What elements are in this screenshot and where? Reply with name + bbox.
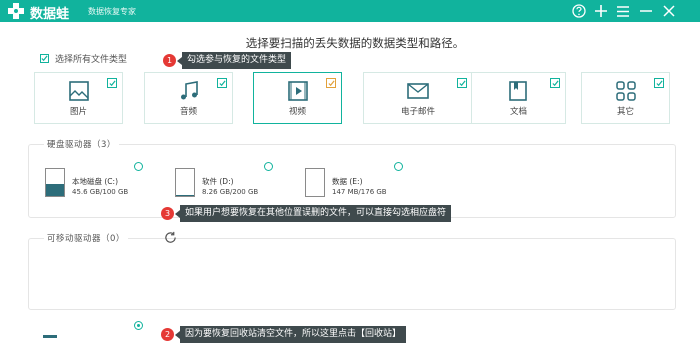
recycle-bin-icon[interactable] — [42, 334, 58, 342]
drive-usage-fill — [176, 195, 194, 196]
drive-name: 软件 (D:) — [202, 176, 234, 187]
drive-size: 8.26 GB/200 GB — [202, 188, 258, 196]
email-icon — [406, 79, 430, 103]
refresh-icon[interactable] — [164, 231, 177, 244]
app-subtitle: 数据恢复专家 — [88, 6, 136, 17]
image-icon — [67, 79, 91, 103]
file-type-card-other[interactable]: 其它 — [581, 72, 670, 124]
drive-size: 147 MB/176 GB — [332, 188, 387, 196]
drive-d[interactable]: 软件 (D:) 8.26 GB/200 GB — [175, 168, 275, 200]
drive-e[interactable]: 数据 (E:) 147 MB/176 GB — [305, 168, 405, 200]
drive-c[interactable]: 本地磁盘 (C:) 45.6 GB/100 GB — [45, 168, 145, 200]
help-icon[interactable] — [570, 2, 588, 20]
drive-c-radio[interactable] — [134, 162, 143, 171]
recycle-bin-radio[interactable] — [134, 321, 143, 330]
audio-icon — [177, 79, 201, 103]
app-name: 数据蛙 — [30, 3, 69, 22]
removable-drive-panel — [28, 238, 676, 310]
image-checkbox[interactable] — [107, 78, 117, 88]
file-type-label: 电子邮件 — [364, 105, 472, 117]
removable-drive-title: 可移动驱动器（0） — [44, 232, 128, 244]
other-checkbox[interactable] — [654, 78, 664, 88]
checkbox-box[interactable] — [40, 54, 49, 63]
menu-icon[interactable] — [614, 2, 632, 20]
drive-e-icon — [305, 168, 325, 197]
video-icon — [286, 79, 310, 103]
file-type-label: 音频 — [145, 105, 232, 117]
file-type-card-video[interactable]: 视频 — [253, 72, 342, 124]
step-badge: 3 — [161, 207, 174, 220]
drive-usage-fill — [46, 184, 64, 196]
app-logo-icon — [6, 2, 26, 20]
document-icon — [506, 79, 530, 103]
file-type-label: 其它 — [582, 105, 669, 117]
document-checkbox[interactable] — [550, 78, 560, 88]
tooltip-select-types: 勾选参与恢复的文件类型 — [182, 52, 291, 69]
select-all-label: 选择所有文件类型 — [55, 52, 127, 65]
file-type-card-email[interactable]: 电子邮件 — [363, 72, 473, 124]
email-checkbox[interactable] — [457, 78, 467, 88]
file-type-card-documents[interactable]: 文档 — [471, 72, 566, 124]
title-bar: 数据蛙 数据恢复专家 — [0, 0, 700, 22]
drive-name: 本地磁盘 (C:) — [72, 176, 118, 187]
step-badge: 1 — [163, 54, 176, 67]
step-badge: 2 — [161, 328, 174, 341]
file-type-label: 视频 — [254, 105, 341, 117]
drive-d-icon — [175, 168, 195, 197]
file-type-label: 图片 — [35, 105, 122, 117]
drive-d-radio[interactable] — [264, 162, 273, 171]
hard-drive-title: 硬盘驱动器（3） — [44, 138, 119, 150]
page-heading: 选择要扫描的丢失数据的数据类型和路径。 — [0, 35, 700, 51]
drive-size: 45.6 GB/100 GB — [72, 188, 128, 196]
drive-c-icon — [45, 168, 65, 197]
drive-name: 数据 (E:) — [332, 176, 363, 187]
video-checkbox[interactable] — [326, 78, 336, 88]
close-icon[interactable] — [660, 2, 678, 20]
file-type-card-images[interactable]: 图片 — [34, 72, 123, 124]
file-type-label: 文档 — [472, 105, 565, 117]
file-type-card-audio[interactable]: 音频 — [144, 72, 233, 124]
add-icon[interactable] — [592, 2, 610, 20]
other-icon — [614, 79, 638, 103]
tooltip-select-drive: 如果用户想要恢复在其他位置误删的文件，可以直接勾选相应盘符 — [180, 205, 451, 222]
minimize-icon[interactable] — [637, 2, 655, 20]
audio-checkbox[interactable] — [217, 78, 227, 88]
tooltip-recycle-bin: 因为要恢复回收站清空文件，所以这里点击【回收站】 — [180, 326, 406, 343]
select-all-checkbox[interactable]: 选择所有文件类型 — [40, 52, 127, 65]
drive-e-radio[interactable] — [394, 162, 403, 171]
